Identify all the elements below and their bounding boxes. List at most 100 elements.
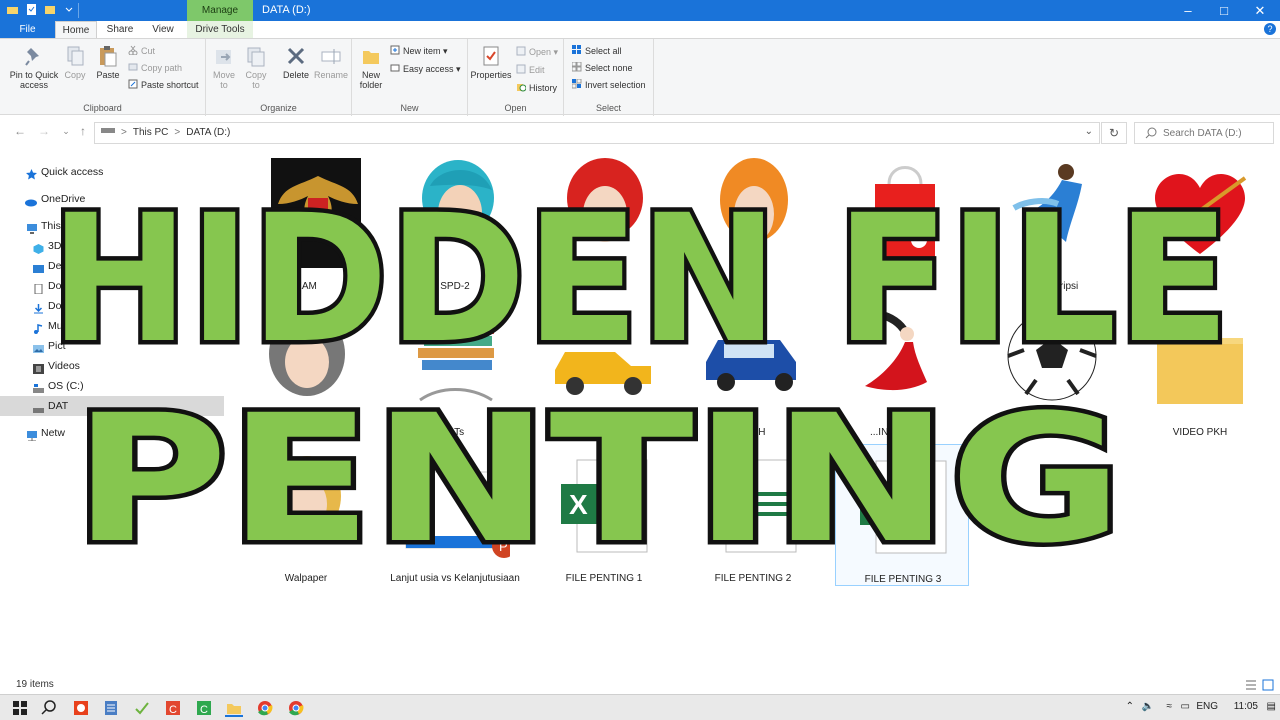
history-button[interactable]: History <box>516 81 557 95</box>
cut-button[interactable]: Cut <box>128 44 155 58</box>
nav-item-onedrive[interactable]: OneDrive <box>0 189 224 209</box>
breadcrumb-this-pc[interactable]: This PC <box>133 123 169 143</box>
edit-button[interactable]: Edit <box>516 63 545 77</box>
nav-item-this-pc[interactable]: This PC <box>0 216 224 236</box>
chrome-icon[interactable] <box>287 699 305 717</box>
file-tile[interactable]: ...OPESION <box>984 298 1118 440</box>
details-view-icon[interactable] <box>1245 679 1257 691</box>
new-folder-button[interactable]: New folder <box>356 45 386 90</box>
nav-item-music[interactable]: Mu <box>0 316 224 336</box>
search-icon[interactable] <box>40 699 58 717</box>
tab-view[interactable]: View <box>143 21 183 38</box>
green-c-app-icon[interactable]: C <box>195 699 213 717</box>
nav-item-os-c[interactable]: OS (C:) <box>0 376 224 396</box>
help-button[interactable]: ? <box>1264 23 1276 35</box>
nav-item-desktop[interactable]: Des <box>0 256 224 276</box>
file-tile[interactable]: ...INDO...WAS <box>835 298 969 440</box>
file-tile[interactable]: X FILE PENTING 3 <box>835 444 969 586</box>
chevron-down-icon[interactable]: ⌄ <box>1085 126 1093 137</box>
select-all-button[interactable]: Select all <box>572 44 622 58</box>
file-tile[interactable]: ...ISH <box>686 298 820 440</box>
file-tile[interactable]: SPD-2 <box>388 152 522 294</box>
volume-icon[interactable]: 🔈 <box>1142 701 1154 712</box>
file-tile[interactable]: ...Ts <box>388 298 522 440</box>
file-tile[interactable]: ...KU <box>686 152 820 294</box>
nav-item-videos[interactable]: Videos <box>0 356 224 376</box>
new-folder-icon[interactable] <box>44 3 57 16</box>
open-button[interactable]: Open ▾ <box>516 45 558 59</box>
new-item-button[interactable]: New item ▾ <box>390 44 448 58</box>
wifi-icon[interactable]: ≈ <box>1167 701 1173 712</box>
file-tile[interactable]: ...lan Skripsi <box>984 152 1118 294</box>
file-tile[interactable]: FILE PENTING 2 <box>686 444 820 586</box>
tab-file[interactable]: File <box>0 21 55 38</box>
move-to-button[interactable]: Move to <box>210 45 238 90</box>
paste-button[interactable]: Paste <box>93 45 123 80</box>
manage-tab-header[interactable]: Manage <box>187 0 253 21</box>
copy-path-button[interactable]: Copy path <box>128 61 182 75</box>
chevron-down-icon[interactable] <box>63 3 76 16</box>
chevron-up-icon[interactable]: ⌃ <box>1126 701 1134 712</box>
address-bar[interactable]: > This PC > DATA (D:) ⌄ <box>94 122 1100 144</box>
file-tile[interactable]: Walpaper <box>239 444 373 586</box>
back-arrow-icon[interactable]: ← <box>12 124 28 138</box>
file-tile[interactable]: KAM <box>239 152 373 294</box>
nav-item-quick-access[interactable]: Quick access <box>0 162 224 182</box>
tab-share[interactable]: Share <box>100 21 140 38</box>
delete-button[interactable]: Delete <box>280 45 312 80</box>
rename-button[interactable]: Rename <box>314 45 348 80</box>
language-indicator[interactable]: ENG <box>1196 701 1218 712</box>
clock[interactable]: 11:05 <box>1234 701 1258 712</box>
file-explorer-icon[interactable] <box>225 699 243 717</box>
file-tile[interactable]: MASTER <box>239 298 373 440</box>
up-arrow-icon[interactable]: ↑ <box>75 124 91 138</box>
select-none-button[interactable]: Select none <box>571 61 633 75</box>
yellow-car-thumbnail <box>555 352 651 395</box>
recent-locations-chevron-icon[interactable]: ⌄ <box>58 126 74 137</box>
breadcrumb-data-drive[interactable]: DATA (D:) <box>186 123 230 143</box>
nav-item-documents[interactable]: Doc <box>0 276 224 296</box>
pin-to-quick-access-button[interactable]: Pin to Quick access <box>6 45 62 90</box>
nav-item-data-d[interactable]: DAT <box>0 396 224 416</box>
search-input[interactable] <box>1163 125 1269 141</box>
minimize-button[interactable]: – <box>1170 0 1206 21</box>
close-button[interactable]: ✕ <box>1242 0 1278 21</box>
nav-label: Mu <box>48 320 63 332</box>
easy-access-button[interactable]: Easy access ▾ <box>390 62 461 76</box>
nav-item-network[interactable]: Netw <box>0 423 224 443</box>
properties-icon[interactable] <box>25 3 38 16</box>
maximize-button[interactable]: □ <box>1206 0 1242 21</box>
refresh-button[interactable]: ↻ <box>1101 122 1127 144</box>
red-c-app-icon[interactable]: C <box>164 699 182 717</box>
file-tile[interactable]: ...ASW <box>537 152 671 294</box>
file-tile[interactable]: VIDEO PKH <box>1133 298 1267 440</box>
file-tile[interactable]: ...GALL <box>1133 152 1267 294</box>
properties-button[interactable]: Properties <box>470 45 512 80</box>
invert-selection-button[interactable]: Invert selection <box>571 78 646 92</box>
svg-text:P: P <box>499 539 508 554</box>
copy-to-button[interactable]: Copy to <box>242 45 270 90</box>
office-app-icon[interactable] <box>72 699 90 717</box>
file-tile[interactable] <box>835 152 969 294</box>
battery-icon[interactable]: ▭ <box>1181 701 1190 712</box>
nav-item-3d-objects[interactable]: 3D <box>0 236 224 256</box>
chrome-icon[interactable] <box>256 699 274 717</box>
nav-item-downloads[interactable]: Dov <box>0 296 224 316</box>
paste-shortcut-button[interactable]: Paste shortcut <box>128 78 199 92</box>
forward-arrow-icon[interactable]: → <box>36 124 52 138</box>
tab-drive-tools[interactable]: Drive Tools <box>187 21 253 38</box>
breadcrumb-separator-icon[interactable]: > <box>121 123 127 143</box>
breadcrumb-separator-icon[interactable]: > <box>174 123 180 143</box>
nav-item-pictures[interactable]: Pict <box>0 336 224 356</box>
file-tile[interactable] <box>537 298 671 440</box>
windows-start-icon[interactable] <box>11 699 29 717</box>
search-box[interactable] <box>1134 122 1274 144</box>
tab-home[interactable]: Home <box>55 21 97 38</box>
copy-button[interactable]: Copy <box>60 45 90 80</box>
file-tile[interactable]: X FILE PENTING 1 <box>537 444 671 586</box>
notepad-app-icon[interactable] <box>102 699 120 717</box>
file-tile[interactable]: P Lanjut usia vs Kelanjutusiaan <box>388 444 522 586</box>
large-icons-view-icon[interactable] <box>1262 679 1274 691</box>
checkmark-app-icon[interactable] <box>133 699 151 717</box>
notification-icon[interactable]: ▤ <box>1267 701 1276 712</box>
